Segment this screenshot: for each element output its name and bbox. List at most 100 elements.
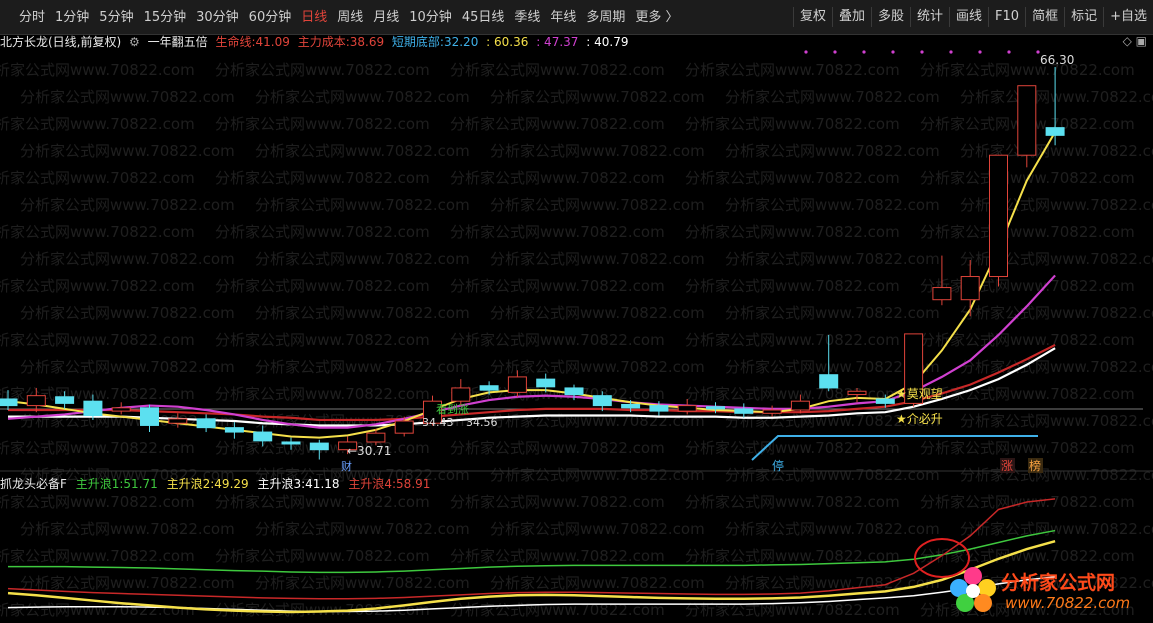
watermark-text: 分析家公式网www.70822.com xyxy=(0,277,195,295)
watermark-text: 分析家公式网www.70822.com xyxy=(920,331,1135,349)
watermark-text: 分析家公式网www.70822.com xyxy=(20,196,235,214)
watermark-text: 分析家公式网www.70822.com xyxy=(685,385,900,403)
watermark-text: 分析家公式网www.70822.com xyxy=(450,277,665,295)
stop-tag: 停 xyxy=(772,458,784,473)
site-logo: 分析家公式网 www.70822.com xyxy=(947,562,1147,618)
watermark-text: 分析家公式网www.70822.com xyxy=(20,520,235,538)
watermark-text: 分析家公式网www.70822.com xyxy=(685,493,900,511)
watermark-text: 分析家公式网www.70822.com xyxy=(0,601,195,619)
watermark-text: 分析家公式网www.70822.com xyxy=(490,142,705,160)
candle xyxy=(989,154,1008,287)
watermark-text: 分析家公式网www.70822.com xyxy=(490,520,705,538)
signal-dot xyxy=(804,50,808,54)
watermark-text: 分析家公式网www.70822.com xyxy=(490,466,705,484)
watermark-text: 分析家公式网www.70822.com xyxy=(255,358,470,376)
lower-indicator-name[interactable]: 抓龙头必备F xyxy=(0,477,67,491)
must-rise-label: ★介必升 xyxy=(896,412,943,426)
watermark-text: 分析家公式网www.70822.com xyxy=(0,439,195,457)
watermark-text: 分析家公式网www.70822.com xyxy=(20,358,235,376)
watermark-text: 分析家公式网www.70822.com xyxy=(685,439,900,457)
watermark-text: 分析家公式网www.70822.com xyxy=(255,574,470,592)
watermark-text: 分析家公式网www.70822.com xyxy=(725,574,940,592)
watermark-text: 分析家公式网www.70822.com xyxy=(20,574,235,592)
watermark-text: 分析家公式网www.70822.com xyxy=(20,142,235,160)
high-price-label: 66.30 xyxy=(1040,53,1074,67)
signal-dot xyxy=(891,50,895,54)
watermark-text: 分析家公式网www.70822.com xyxy=(215,277,430,295)
signal-dot xyxy=(833,50,837,54)
low-tag: 财 xyxy=(341,459,352,473)
watermark-text: 分析家公式网www.70822.com xyxy=(685,223,900,241)
watermark-text: 分析家公式网www.70822.com xyxy=(255,250,470,268)
watermark-text: 分析家公式网www.70822.com xyxy=(215,169,430,187)
signal-dot xyxy=(920,50,924,54)
watermark-text: 分析家公式网www.70822.com xyxy=(215,223,430,241)
watermark-text: 分析家公式网www.70822.com xyxy=(960,520,1153,538)
watermark-text: 分析家公式网www.70822.com xyxy=(20,304,235,322)
watermark-text: 分析家公式网www.70822.com xyxy=(0,331,195,349)
wave2-value: 49.29 xyxy=(214,477,249,491)
watermark-text: 分析家公式网www.70822.com xyxy=(725,304,940,322)
price-marker-1: 34.43 xyxy=(422,416,454,429)
watermark-layer: 分析家公式网www.70822.com 分析家公式网www.70822.com 分析… xyxy=(0,61,1153,619)
watermark-text: 分析家公式网www.70822.com xyxy=(0,223,195,241)
see-up-label: 看到涨 xyxy=(436,402,469,416)
watermark-text: 分析家公式网www.70822.com xyxy=(725,520,940,538)
watermark-text: 分析家公式网www.70822.com xyxy=(920,223,1135,241)
watermark-text: 分析家公式网www.70822.com xyxy=(920,277,1135,295)
watermark-text: 分析家公式网www.70822.com xyxy=(685,169,900,187)
watermark-text: 分析家公式网www.70822.com xyxy=(450,115,665,133)
candle xyxy=(1017,85,1037,168)
watermark-text: 分析家公式网www.70822.com xyxy=(450,169,665,187)
wave4-value: 58.91 xyxy=(396,477,431,491)
rise-tag: 涨 xyxy=(1001,458,1013,473)
watch-label: ★莫观望 xyxy=(896,387,943,401)
wave3-value: 41.18 xyxy=(305,477,340,491)
watermark-text: 分析家公式网www.70822.com xyxy=(255,142,470,160)
watermark-text: 分析家公式网www.70822.com xyxy=(0,493,195,511)
watermark-text: 分析家公式网www.70822.com xyxy=(920,385,1135,403)
candle xyxy=(451,379,471,406)
wave2-label: 主升浪2: xyxy=(166,477,215,491)
watermark-text: 分析家公式网www.70822.com xyxy=(725,88,940,106)
watermark-text: 分析家公式网www.70822.com xyxy=(0,61,195,79)
watermark-text: 分析家公式网www.70822.com xyxy=(450,493,665,511)
watermark-text: 分析家公式网www.70822.com xyxy=(0,547,195,565)
signal-dot xyxy=(1007,50,1011,54)
watermark-text: 分析家公式网www.70822.com xyxy=(685,331,900,349)
watermark-text: 分析家公式网www.70822.com xyxy=(215,61,430,79)
watermark-text: 分析家公式网www.70822.com xyxy=(450,547,665,565)
watermark-text: 分析家公式网www.70822.com xyxy=(255,304,470,322)
price-chart: 分析家公式网www.70822.com 分析家公式网www.70822.com 分析… xyxy=(0,50,1153,619)
watermark-text: 分析家公式网www.70822.com xyxy=(490,250,705,268)
watermark-text: 分析家公式网www.70822.com xyxy=(215,331,430,349)
watermark-text: 分析家公式网www.70822.com xyxy=(490,196,705,214)
watermark-text: 分析家公式网www.70822.com xyxy=(960,304,1153,322)
watermark-text: 分析家公式网www.70822.com xyxy=(20,250,235,268)
watermark-text: 分析家公式网www.70822.com xyxy=(725,142,940,160)
watermark-text: 分析家公式网www.70822.com xyxy=(255,196,470,214)
watermark-text: 分析家公式网www.70822.com xyxy=(215,493,430,511)
watermark-text: 分析家公式网www.70822.com xyxy=(450,61,665,79)
flower-icon xyxy=(950,567,996,612)
watermark-text: 分析家公式网www.70822.com xyxy=(725,466,940,484)
low-price-label: ←30.71 xyxy=(347,444,391,458)
watermark-text: 分析家公式网www.70822.com xyxy=(490,574,705,592)
watermark-text: 分析家公式网www.70822.com xyxy=(450,439,665,457)
watermark-text: 分析家公式网www.70822.com xyxy=(725,250,940,268)
watermark-text: 分析家公式网www.70822.com xyxy=(255,520,470,538)
watermark-text: 分析家公式网www.70822.com xyxy=(685,277,900,295)
watermark-text: 分析家公式网www.70822.com xyxy=(0,115,195,133)
watermark-text: 分析家公式网www.70822.com xyxy=(490,358,705,376)
wave4-label: 主升浪4: xyxy=(348,477,397,491)
wave1-value: 51.71 xyxy=(123,477,158,491)
watermark-text: 分析家公式网www.70822.com xyxy=(960,466,1153,484)
signal-dot xyxy=(862,50,866,54)
watermark-text: 分析家公式网www.70822.com xyxy=(450,223,665,241)
watermark-text: 分析家公式网www.70822.com xyxy=(20,88,235,106)
watermark-text: 分析家公式网www.70822.com xyxy=(215,385,430,403)
logo-url: www.70822.com xyxy=(1005,594,1131,612)
lower-info-bar: 抓龙头必备F 主升浪1:51.71 主升浪2:49.29 主升浪3:41.18 … xyxy=(0,475,435,491)
signal-dot xyxy=(978,50,982,54)
watermark-text: 分析家公式网www.70822.com xyxy=(960,88,1153,106)
